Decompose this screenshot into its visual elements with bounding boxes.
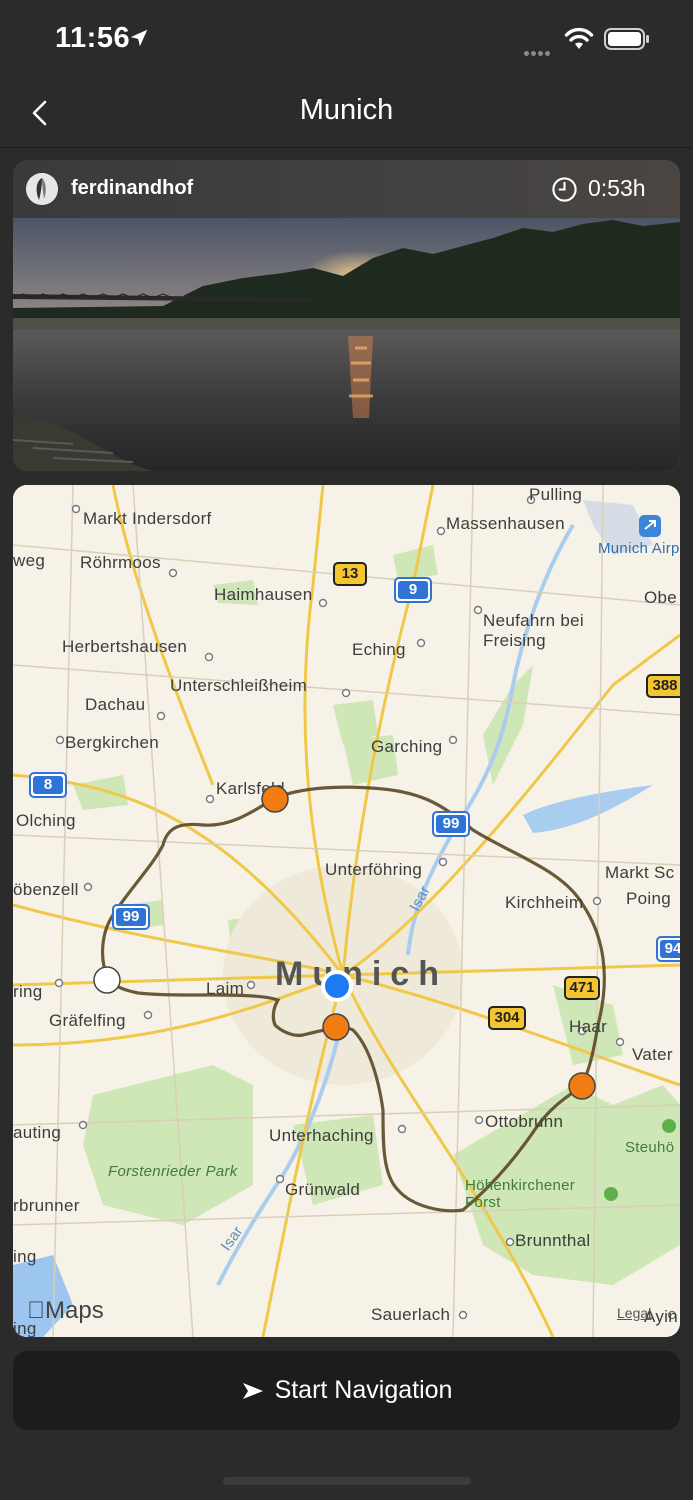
username[interactable]: ferdinandhof (71, 177, 193, 200)
navigation-arrow-icon (242, 1382, 263, 1399)
signal-icon (524, 43, 552, 61)
post-header: ferdinandhof 0:53h (13, 160, 680, 218)
route-stop-marker[interactable] (568, 1072, 596, 1100)
apple-maps-logo: Maps (27, 1297, 104, 1324)
home-indicator (223, 1477, 471, 1485)
route-map[interactable]: Pulling Markt Indersdorf Massenhausen Mu… (13, 485, 680, 1337)
duration: 0:53h (588, 175, 646, 201)
status-bar: 11:56 (0, 0, 693, 80)
avatar[interactable] (26, 173, 58, 205)
clock-icon (552, 177, 577, 202)
status-time: 11:56 (55, 22, 131, 54)
legal-link[interactable]: Legal (617, 1305, 651, 1321)
start-navigation-button[interactable]: Start Navigation (13, 1351, 680, 1430)
location-arrow-icon (130, 29, 148, 47)
battery-icon (604, 28, 649, 50)
route-start-marker[interactable] (93, 966, 121, 994)
page-title: Munich (299, 94, 394, 126)
navigation-bar: Munich (0, 80, 693, 148)
sunset-river-photo (13, 218, 680, 471)
current-location-marker[interactable] (325, 974, 349, 998)
post-photo-card[interactable]: ferdinandhof 0:53h (13, 160, 680, 471)
nav-divider (0, 147, 693, 148)
start-navigation-label: Start Navigation (274, 1376, 453, 1404)
wifi-icon (564, 27, 594, 49)
route-stop-marker[interactable] (322, 1013, 350, 1041)
route-stop-marker[interactable] (261, 785, 289, 813)
route-markers (93, 785, 596, 1100)
